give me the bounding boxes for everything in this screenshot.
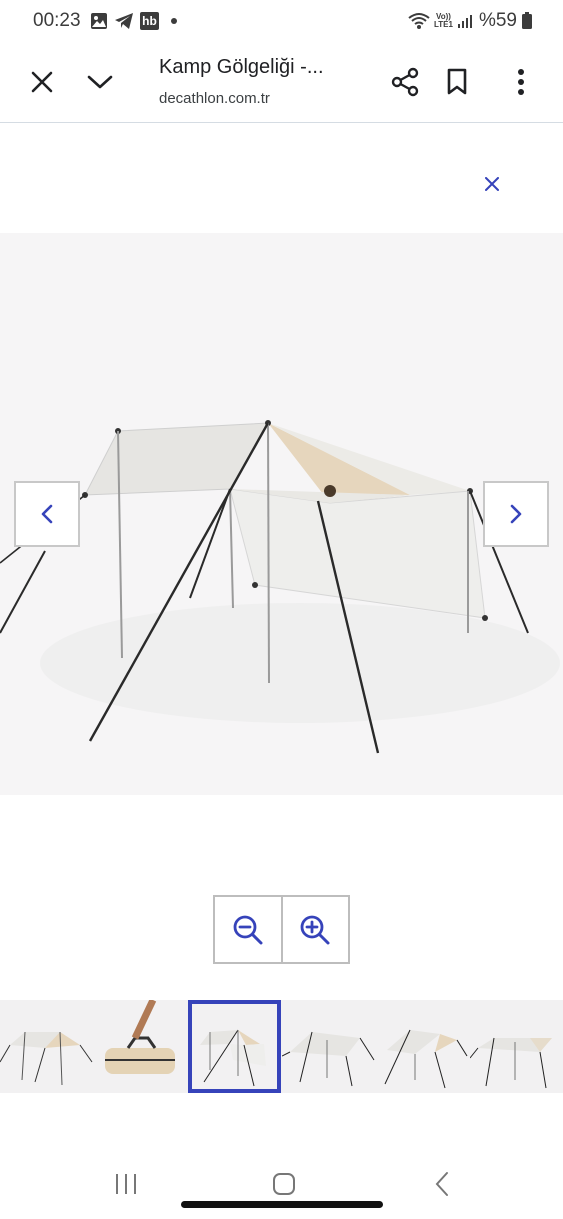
notification-icons: hb: [90, 12, 177, 30]
volte-indicator: Vo)) LTE1: [434, 13, 453, 29]
more-options-button[interactable]: [507, 64, 535, 100]
hb-app-icon: hb: [140, 12, 159, 30]
status-bar: 00:23 hb Vo)) LTE1 %59: [0, 0, 563, 44]
telegram-icon: [115, 13, 133, 29]
thumbnail-2[interactable]: [93, 1000, 186, 1093]
battery-percent: %59: [478, 10, 517, 31]
zoom-in-icon: [300, 915, 330, 944]
next-image-button[interactable]: [483, 481, 549, 547]
battery-icon: [522, 12, 532, 29]
status-right: Vo)) LTE1 %59: [408, 10, 533, 32]
thumbnail-5[interactable]: [375, 1000, 468, 1093]
viewer-close-button[interactable]: [480, 172, 504, 196]
more-vert-icon: [518, 69, 524, 95]
zoom-in-button[interactable]: [283, 897, 349, 962]
share-icon: [391, 67, 419, 97]
thumbnail-3[interactable]: [188, 1000, 281, 1093]
more-notifications-dot: [171, 18, 177, 24]
chevron-down-icon: [87, 75, 113, 89]
system-navigation-bar: [0, 1150, 563, 1219]
gesture-handle[interactable]: [181, 1201, 383, 1208]
thumbnail-strip: [0, 1000, 563, 1093]
bookmark-icon: [447, 68, 467, 95]
previous-image-button[interactable]: [14, 481, 80, 547]
minimize-button[interactable]: [84, 66, 116, 98]
page-domain[interactable]: decathlon.com.tr: [159, 90, 270, 107]
close-icon: [31, 71, 53, 93]
back-button[interactable]: [422, 1168, 462, 1200]
recents-icon: [116, 1174, 136, 1194]
zoom-out-button[interactable]: [215, 897, 281, 962]
wifi-icon: [408, 13, 430, 29]
gallery-icon: [91, 13, 107, 29]
chevron-left-icon: [41, 504, 53, 524]
recents-button[interactable]: [106, 1168, 146, 1200]
thumbnail-6[interactable]: [470, 1000, 563, 1093]
thumbnail-4[interactable]: [282, 1000, 375, 1093]
close-tab-button[interactable]: [26, 66, 58, 98]
zoom-controls: [213, 895, 350, 964]
bookmark-button[interactable]: [441, 64, 473, 100]
home-button[interactable]: [264, 1168, 304, 1200]
back-icon: [435, 1172, 448, 1196]
thumbnail-1[interactable]: [0, 1000, 93, 1093]
chevron-right-icon: [510, 504, 522, 524]
page-title[interactable]: Kamp Gölgeliği -...: [159, 56, 324, 79]
tarp-shelter-image: [0, 420, 560, 754]
signal-icon: [457, 15, 472, 28]
browser-toolbar: Kamp Gölgeliği -... decathlon.com.tr: [0, 44, 563, 123]
lte-label: LTE1: [434, 20, 453, 29]
product-image[interactable]: [0, 233, 563, 795]
share-button[interactable]: [387, 64, 423, 100]
home-icon: [273, 1173, 295, 1195]
zoom-out-icon: [233, 915, 263, 944]
status-time: 00:23: [33, 10, 81, 31]
close-icon: [485, 177, 499, 191]
